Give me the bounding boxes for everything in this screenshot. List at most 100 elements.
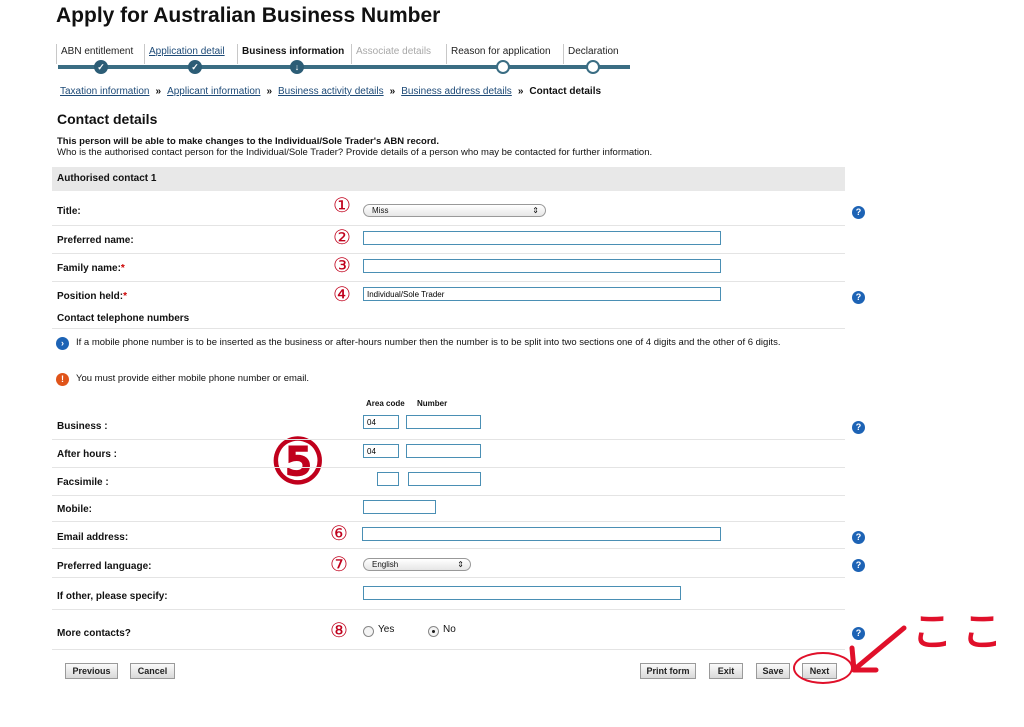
help-icon[interactable]: ? xyxy=(852,206,865,219)
next-highlight-circle xyxy=(793,652,853,684)
annotation-koko: ここ xyxy=(912,610,1012,654)
crumb-separator: » xyxy=(266,86,273,97)
help-icon[interactable]: ? xyxy=(852,531,865,544)
row-divider xyxy=(52,521,845,522)
facsimile-label: Facsimile : xyxy=(57,477,109,488)
more-contacts-no-label[interactable]: No xyxy=(443,624,456,635)
progress-steps: ABN entitlement Application detail Busin… xyxy=(56,44,636,74)
save-button[interactable]: Save xyxy=(756,663,790,679)
phones-heading: Contact telephone numbers xyxy=(57,313,190,324)
annotation-8: ⑧ xyxy=(330,620,348,642)
step-pending-icon xyxy=(586,60,600,74)
print-form-button[interactable]: Print form xyxy=(640,663,696,679)
annotation-2: ② xyxy=(333,227,351,249)
fax-area-code-input[interactable] xyxy=(377,472,399,486)
crumb-separator: » xyxy=(155,86,162,97)
required-marker: * xyxy=(120,263,125,274)
language-label: Preferred language: xyxy=(57,561,152,572)
after-hours-label: After hours : xyxy=(57,449,117,460)
family-name-input[interactable] xyxy=(363,259,721,273)
area-code-header: Area code xyxy=(366,399,405,408)
title-label: Title: xyxy=(57,206,81,217)
exit-button[interactable]: Exit xyxy=(709,663,743,679)
intro-text: This person will be able to make changes… xyxy=(57,136,652,158)
after-hours-area-code-input[interactable] xyxy=(363,444,399,458)
business-number-input[interactable] xyxy=(406,415,481,429)
title-select[interactable]: Miss ⇕ xyxy=(363,204,546,217)
more-contacts-yes-radio[interactable] xyxy=(363,626,374,637)
position-label: Position held:* xyxy=(57,291,127,302)
fax-number-input[interactable] xyxy=(408,472,481,486)
annotation-1: ① xyxy=(333,195,351,217)
business-area-code-input[interactable] xyxy=(363,415,399,429)
business-phone-label: Business : xyxy=(57,421,108,432)
section-title: Contact details xyxy=(57,111,158,127)
intro-sub: Who is the authorised contact person for… xyxy=(57,147,653,158)
row-divider xyxy=(52,495,845,496)
step-associate-details: Associate details xyxy=(351,44,435,64)
after-hours-number-input[interactable] xyxy=(406,444,481,458)
position-text: Position held: xyxy=(57,291,124,302)
position-input[interactable] xyxy=(363,287,721,301)
number-header: Number xyxy=(417,399,448,408)
mobile-label: Mobile: xyxy=(57,504,92,515)
cancel-button[interactable]: Cancel xyxy=(130,663,175,679)
language-select-value: English xyxy=(372,560,399,569)
row-divider xyxy=(52,439,845,440)
step-check-icon: ✓ xyxy=(188,60,202,74)
crumb-applicant-information[interactable]: Applicant information xyxy=(167,86,260,97)
required-marker: * xyxy=(123,291,128,302)
language-select[interactable]: English ⇕ xyxy=(363,558,471,571)
annotation-7: ⑦ xyxy=(330,554,348,576)
breadcrumb: Taxation information » Applicant informati… xyxy=(60,86,601,97)
more-contacts-label: More contacts? xyxy=(57,628,131,639)
more-contacts-yes-label[interactable]: Yes xyxy=(378,624,394,635)
step-pending-icon xyxy=(496,60,510,74)
email-label: Email address: xyxy=(57,532,129,543)
row-divider xyxy=(52,609,845,610)
step-check-icon: ✓ xyxy=(94,60,108,74)
info-note-text: If a mobile phone number is to be insert… xyxy=(76,337,781,348)
select-arrows-icon: ⇕ xyxy=(532,206,539,215)
crumb-business-address-details[interactable]: Business address details xyxy=(401,86,512,97)
warning-note-text: You must provide either mobile phone num… xyxy=(76,373,310,384)
annotation-4: ④ xyxy=(333,284,351,306)
row-divider xyxy=(52,649,845,650)
row-divider xyxy=(52,548,845,549)
preferred-name-label: Preferred name: xyxy=(57,235,134,246)
annotation-3: ③ xyxy=(333,255,351,277)
page-title: Apply for Australian Business Number xyxy=(56,4,441,27)
crumb-separator: » xyxy=(389,86,396,97)
row-divider xyxy=(52,281,845,282)
preferred-name-input[interactable] xyxy=(363,231,721,245)
crumb-separator: » xyxy=(517,86,524,97)
step-application-detail[interactable]: Application detail xyxy=(144,44,229,64)
crumb-current: Contact details xyxy=(529,86,602,97)
other-language-label: If other, please specify: xyxy=(57,591,168,602)
more-contacts-no-radio[interactable] xyxy=(428,626,439,637)
crumb-business-activity-details[interactable]: Business activity details xyxy=(278,86,384,97)
step-current-icon: ↓ xyxy=(290,60,304,74)
contact-band-title: Authorised contact 1 xyxy=(52,167,845,191)
row-divider xyxy=(52,225,845,226)
previous-button[interactable]: Previous xyxy=(65,663,118,679)
mobile-number-input[interactable] xyxy=(363,500,436,514)
email-input[interactable] xyxy=(362,527,721,541)
help-icon[interactable]: ? xyxy=(852,559,865,572)
intro-bold: This person will be able to make changes… xyxy=(57,136,439,147)
warning-icon: ! xyxy=(56,373,69,386)
info-arrow-icon: › xyxy=(56,337,69,350)
progress-track xyxy=(58,65,630,69)
family-name-label: Family name:* xyxy=(57,263,125,274)
crumb-taxation-information[interactable]: Taxation information xyxy=(60,86,150,97)
annotation-6: ⑥ xyxy=(330,523,348,545)
row-divider xyxy=(52,467,845,468)
row-divider xyxy=(52,328,845,329)
other-language-input[interactable] xyxy=(363,586,681,600)
title-select-value: Miss xyxy=(372,206,389,215)
row-divider xyxy=(52,253,845,254)
pointer-arrow-icon xyxy=(849,625,907,673)
annotation-5: ⑤ xyxy=(270,428,326,497)
help-icon[interactable]: ? xyxy=(852,421,865,434)
help-icon[interactable]: ? xyxy=(852,291,865,304)
